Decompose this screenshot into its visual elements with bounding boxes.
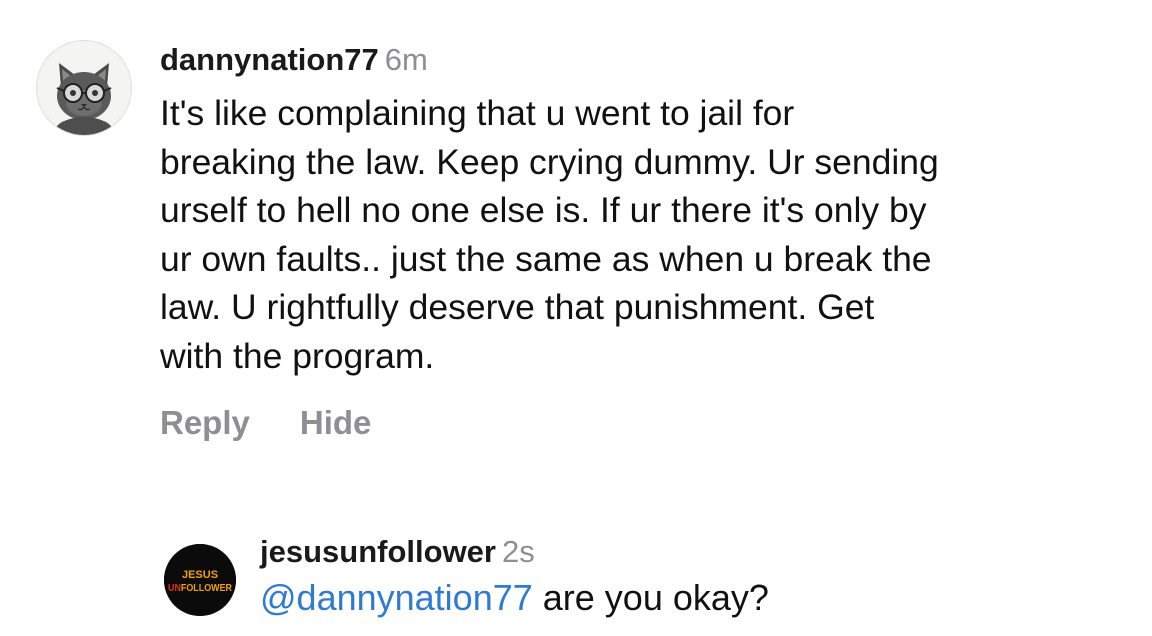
mention-link[interactable]: @dannynation77 bbox=[260, 577, 533, 618]
cat-with-glasses-icon bbox=[37, 41, 131, 135]
svg-text:UNFOLLOWER: UNFOLLOWER bbox=[168, 583, 233, 594]
comment-actions: Reply Hide bbox=[160, 403, 1130, 443]
comment-body: dannynation77 6m It's like complaining th… bbox=[160, 40, 1130, 443]
comment-header: dannynation77 6m bbox=[160, 40, 1130, 80]
avatar[interactable] bbox=[36, 40, 132, 136]
username[interactable]: dannynation77 bbox=[160, 42, 379, 77]
timestamp: 2s bbox=[501, 534, 535, 569]
comment-line: law. U rightfully deserve that punishmen… bbox=[160, 287, 875, 327]
comment-line: ur own faults.. just the same as when u … bbox=[160, 238, 932, 279]
comment-line: urself to hell no one else is. If ur the… bbox=[160, 190, 927, 230]
reply-button[interactable]: Reply bbox=[160, 403, 250, 443]
avatar[interactable]: JESUS UNFOLLOWER bbox=[164, 544, 236, 616]
comment-text: It's like complaining that u went to jai… bbox=[160, 89, 1130, 380]
timestamp: 6m bbox=[384, 42, 428, 77]
reply-header: jesusunfollower 2s bbox=[260, 532, 1120, 572]
reply-message: are you okay? bbox=[532, 577, 769, 618]
reply-text: @dannynation77 are you okay? bbox=[260, 574, 1120, 622]
comment-line: with the program. bbox=[160, 335, 435, 376]
hide-button[interactable]: Hide bbox=[300, 403, 372, 443]
reply-body: jesusunfollower 2s @dannynation77 are you… bbox=[260, 532, 1120, 622]
comment-line: breaking the law. Keep crying dummy. Ur … bbox=[160, 141, 939, 182]
comment-line: It's like complaining that u went to jai… bbox=[160, 93, 795, 133]
username[interactable]: jesusunfollower bbox=[260, 534, 496, 569]
jesus-unfollower-logo: JESUS UNFOLLOWER bbox=[164, 544, 236, 616]
svg-text:JESUS: JESUS bbox=[182, 569, 218, 581]
